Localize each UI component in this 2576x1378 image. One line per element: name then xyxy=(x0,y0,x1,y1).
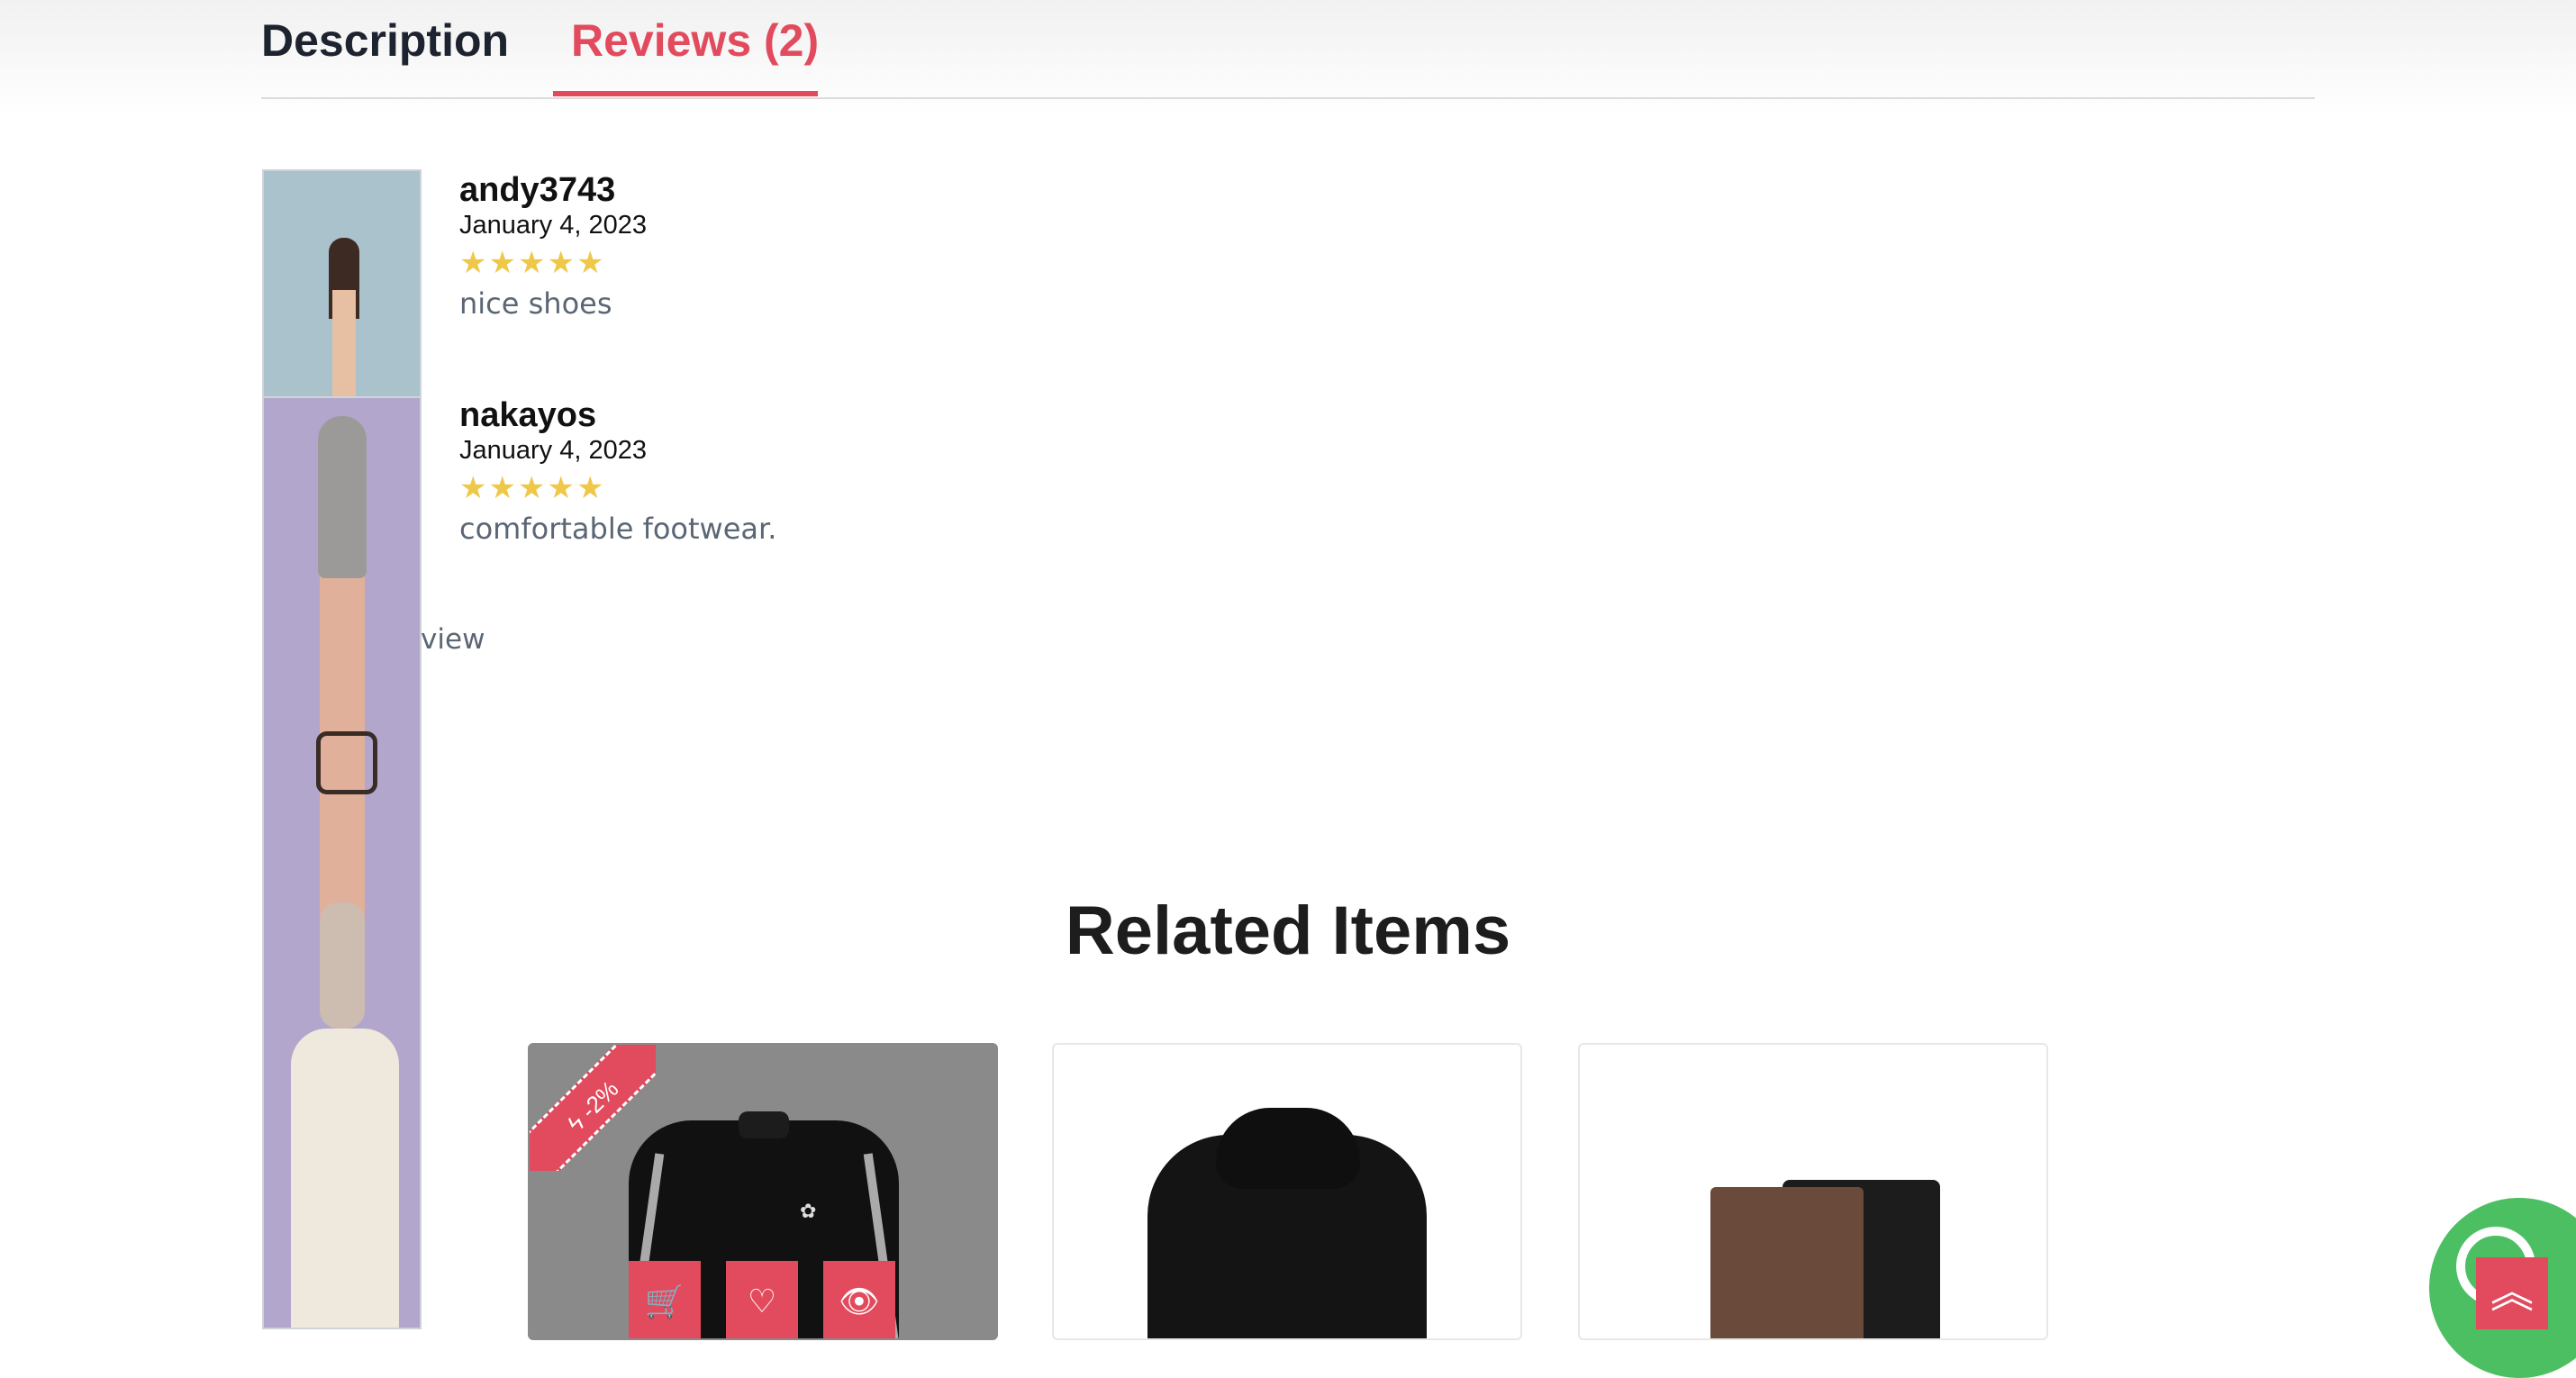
hoodie-hood xyxy=(1216,1108,1360,1189)
tab-reviews[interactable]: Reviews (2) xyxy=(571,14,819,67)
product-card[interactable]: ϟ -2% ✿ 🛒 ♡ 👁 xyxy=(528,1043,998,1340)
avatar xyxy=(264,171,420,398)
review-date: January 4, 2023 xyxy=(459,436,647,465)
scroll-top-button[interactable]: ︽ xyxy=(2476,1257,2548,1329)
brand-logo: ✿ xyxy=(800,1200,817,1222)
star-icon: ★ xyxy=(488,246,516,280)
jacket-collar xyxy=(739,1111,789,1138)
related-items-title: Related Items xyxy=(1065,893,1511,969)
active-tab-indicator xyxy=(553,91,818,96)
review-author: nakayos xyxy=(459,396,597,434)
star-icon: ★ xyxy=(547,471,575,505)
review-item: andy3743 January 4, 2023 ★★★★★ nice shoe… xyxy=(459,171,647,321)
review-item: nakayos January 4, 2023 ★★★★★ comfortabl… xyxy=(459,396,776,546)
avatar-hair xyxy=(318,416,367,578)
avatar-glasses xyxy=(316,731,377,794)
review-author: andy3743 xyxy=(459,171,616,209)
product-card[interactable] xyxy=(1578,1043,2048,1340)
review-text: comfortable footwear. xyxy=(459,512,777,546)
avatar xyxy=(264,396,420,1328)
tab-description[interactable]: Description xyxy=(261,14,509,67)
cart-icon: 🛒 xyxy=(644,1283,685,1319)
quick-view-button[interactable]: 👁 xyxy=(823,1261,895,1338)
eye-icon: 👁 xyxy=(839,1283,880,1319)
review-rating: ★★★★★ xyxy=(459,247,647,279)
product-tabs: Description Reviews (2) xyxy=(261,0,2315,99)
star-icon: ★ xyxy=(459,246,487,280)
avatar-shirt xyxy=(291,1029,399,1328)
add-to-cart-button[interactable]: 🛒 xyxy=(629,1261,701,1338)
heart-icon: ♡ xyxy=(747,1283,777,1319)
star-icon: ★ xyxy=(517,246,546,280)
review-text: nice shoes xyxy=(459,286,612,321)
chevrons-up-icon: ︽ xyxy=(2490,1269,2534,1317)
wishlist-button[interactable]: ♡ xyxy=(726,1261,798,1338)
star-icon: ★ xyxy=(517,471,546,505)
star-icon: ★ xyxy=(576,246,604,280)
review-date: January 4, 2023 xyxy=(459,211,647,240)
avatar-face xyxy=(332,290,356,398)
star-icon: ★ xyxy=(547,246,575,280)
reviewer-avatars xyxy=(262,169,422,1329)
star-icon: ★ xyxy=(459,471,487,505)
review-rating: ★★★★★ xyxy=(459,472,776,504)
wallet-image xyxy=(1710,1187,1864,1338)
star-icon: ★ xyxy=(576,471,604,505)
product-card[interactable] xyxy=(1052,1043,1522,1340)
star-icon: ★ xyxy=(488,471,516,505)
